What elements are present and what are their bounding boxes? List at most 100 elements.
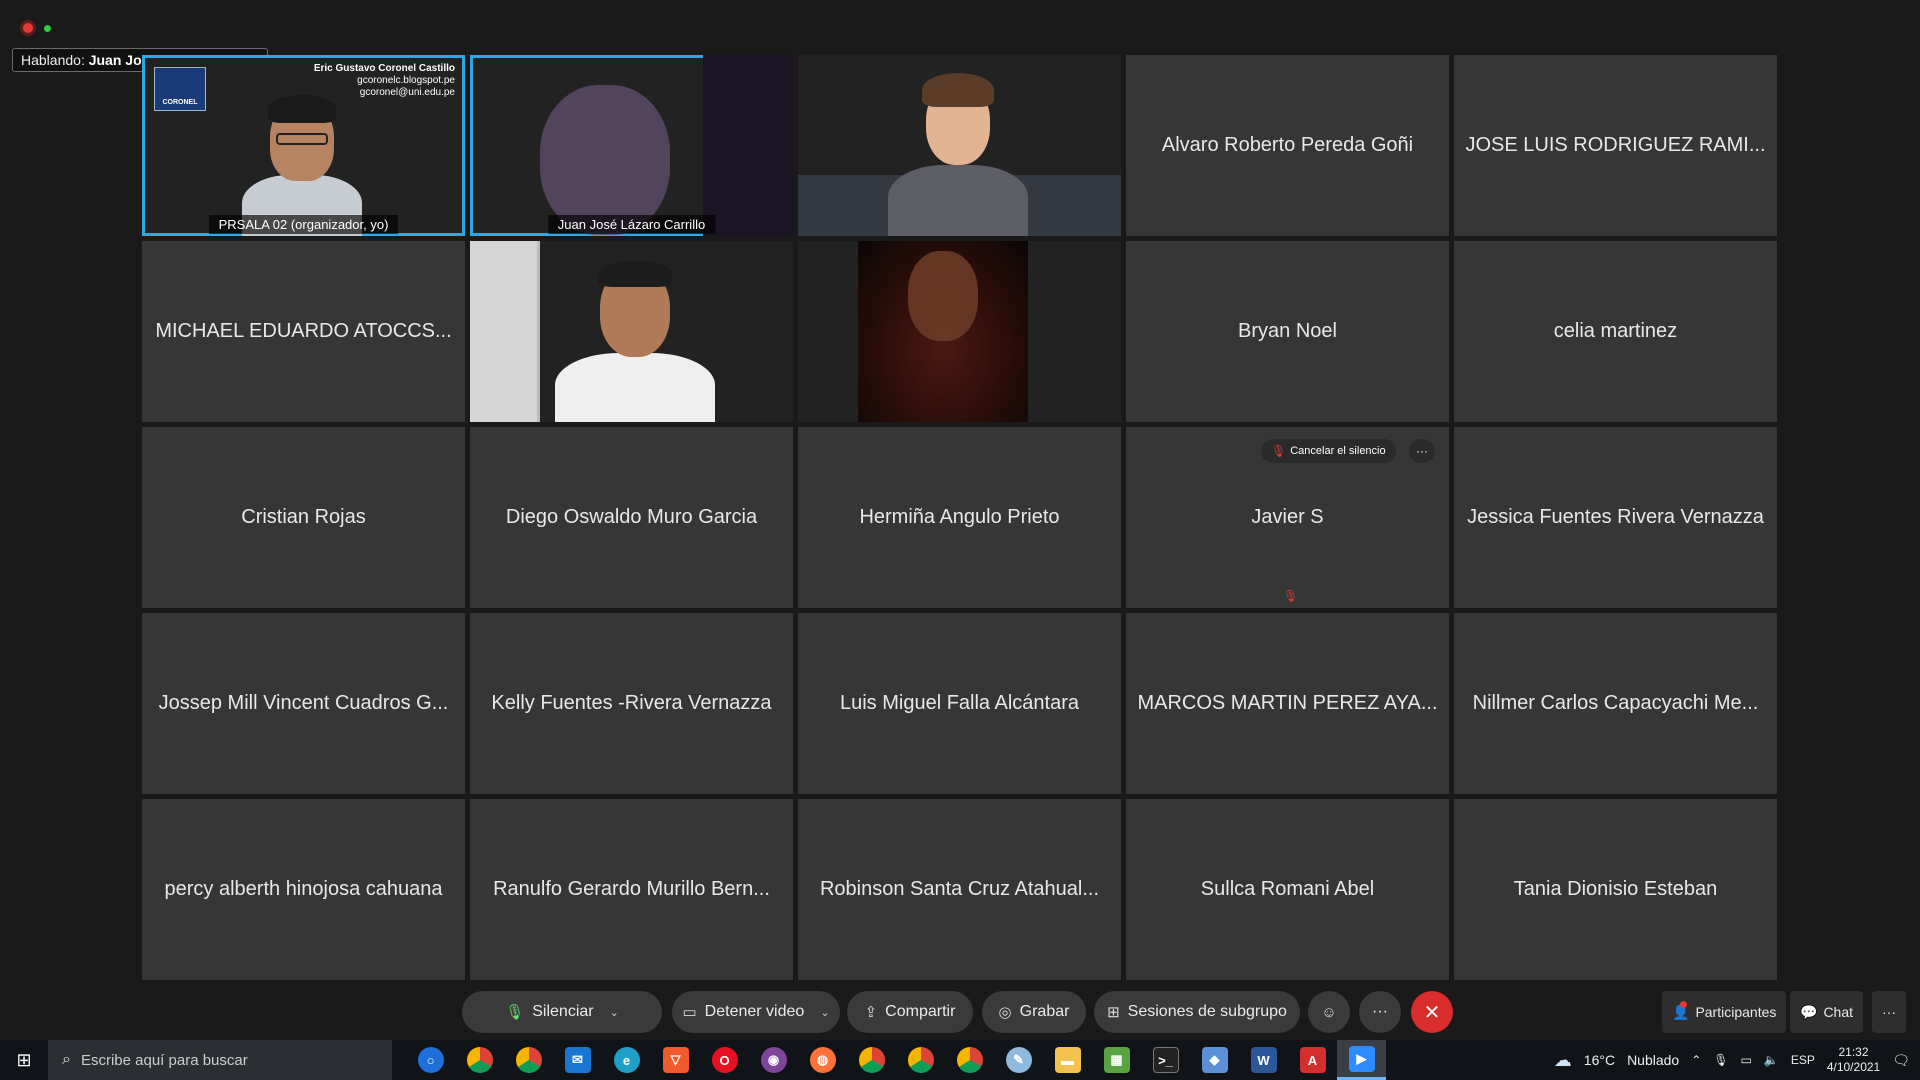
clock[interactable]: 21:32 4/10/2021 (1827, 1045, 1880, 1075)
video-person (908, 251, 978, 341)
leave-meeting-button[interactable]: ✕ (1411, 991, 1453, 1033)
chevron-up-icon[interactable]: ⌃ (1691, 1053, 1701, 1067)
participant-tile[interactable] (798, 241, 1121, 422)
chrome-icon (858, 1047, 885, 1073)
chrome-profile-icon (515, 1047, 542, 1073)
taskbar-app[interactable] (847, 1040, 896, 1080)
participant-tile[interactable]: Sullca Romani Abel (1126, 799, 1449, 980)
participant-tile[interactable]: Diego Oswaldo Muro Garcia (470, 427, 793, 608)
chat-button[interactable]: 💬 Chat (1790, 991, 1864, 1033)
participant-name: Juan José Lázaro Carrillo (547, 215, 716, 234)
record-button[interactable]: ◎ Grabar (982, 991, 1086, 1033)
participant-tile[interactable]: Robinson Santa Cruz Atahual... (798, 799, 1121, 980)
recording-indicator (20, 20, 51, 36)
more-options-button[interactable]: ··· (1359, 991, 1401, 1033)
zoom-app-icon: ▶ (1348, 1045, 1375, 1072)
taskbar-app[interactable]: e (602, 1040, 651, 1080)
temperature[interactable]: 16°C (1584, 1052, 1615, 1068)
cloud-icon[interactable]: ☁ (1554, 1050, 1572, 1071)
participant-tile[interactable]: MICHAEL EDUARDO ATOCCS... (142, 241, 465, 422)
taskbar-app[interactable] (504, 1040, 553, 1080)
participant-tile[interactable]: Tania Dionisio Esteban (1454, 799, 1777, 980)
chevron-down-icon[interactable]: ⌄ (610, 1006, 619, 1019)
taskbar-apps: ○ ✉ e ▽ O ◉ ◍ ✎ ▬ ▦ >_ ◆ W A ▶ (406, 1040, 1386, 1080)
breakout-grid-icon: ⊞ (1107, 1004, 1120, 1021)
breakout-rooms-button[interactable]: ⊞ Sesiones de subgrupo (1094, 991, 1300, 1033)
meeting-toolbar: 🎙 Silenciar ⌄ ▭ Detener video ⌄ ⇪ Compar… (0, 988, 1920, 1034)
participant-tile[interactable]: celia martinez (1454, 241, 1777, 422)
tile-more-button[interactable]: ··· (1409, 439, 1435, 463)
participant-name: JOSE LUIS RODRIGUEZ RAMI... (1465, 134, 1766, 156)
speaker-icon[interactable]: 🔈 (1764, 1053, 1779, 1067)
taskbar-app[interactable]: A (1288, 1040, 1337, 1080)
share-icon: ⇪ (864, 1004, 878, 1021)
mic-muted-icon: 🎙 (1271, 444, 1287, 458)
mute-button[interactable]: 🎙 Silenciar ⌄ (462, 991, 662, 1033)
battery-icon[interactable]: ▭ (1741, 1053, 1752, 1067)
paint-icon: ✎ (1005, 1047, 1032, 1073)
participant-name: Luis Miguel Falla Alcántara (839, 692, 1079, 714)
stop-video-button[interactable]: ▭ Detener video ⌄ (672, 991, 840, 1033)
participant-tile[interactable]: JOSE LUIS RODRIGUEZ RAMI... (1454, 55, 1777, 236)
taskbar-app[interactable]: ▽ (651, 1040, 700, 1080)
unmute-request-button[interactable]: 🎙 Cancelar el silencio (1261, 439, 1396, 463)
taskbar-app[interactable] (945, 1040, 994, 1080)
taskbar-app[interactable]: ✉ (553, 1040, 602, 1080)
participant-name: Jessica Fuentes Rivera Vernazza (1467, 506, 1764, 528)
participant-tile[interactable] (470, 241, 793, 422)
chrome-icon (956, 1047, 983, 1073)
taskbar-app[interactable]: >_ (1141, 1040, 1190, 1080)
taskbar-app[interactable]: ▦ (1092, 1040, 1141, 1080)
microphone-icon[interactable]: 🎙 (1713, 1053, 1728, 1067)
weather-condition[interactable]: Nublado (1627, 1052, 1679, 1068)
participant-tile[interactable]: Cristian Rojas (142, 427, 465, 608)
participant-tile[interactable]: Ranulfo Gerardo Murillo Bern... (470, 799, 793, 980)
taskbar-app[interactable]: ◍ (798, 1040, 847, 1080)
participant-tile[interactable]: Jossep Mill Vincent Cuadros G... (142, 613, 465, 794)
taskbar-app-zoom[interactable]: ▶ (1337, 1040, 1386, 1080)
participant-tile-hovered[interactable]: 🎙 Cancelar el silencio ··· Javier S 🎙 (1126, 427, 1449, 608)
taskbar-app[interactable]: O (700, 1040, 749, 1080)
participant-name: celia martinez (1553, 320, 1678, 342)
chevron-down-icon[interactable]: ⌄ (820, 1006, 829, 1019)
language-indicator[interactable]: ESP (1791, 1053, 1815, 1067)
participant-tile[interactable]: CORONEL Eric Gustavo Coronel Castillo gc… (142, 55, 465, 236)
tor-browser-icon: ◉ (760, 1047, 787, 1073)
video-person (540, 85, 670, 235)
search-icon: ⌕ (62, 1051, 71, 1068)
taskbar-app[interactable]: ◉ (749, 1040, 798, 1080)
participant-tile[interactable]: Bryan Noel (1126, 241, 1449, 422)
search-placeholder: Escribe aquí para buscar (80, 1051, 248, 1069)
participant-tile[interactable]: MARCOS MARTIN PEREZ AYA... (1126, 613, 1449, 794)
taskbar-search-box[interactable]: ⌕ Escribe aquí para buscar (48, 1040, 392, 1080)
share-button[interactable]: ⇪ Compartir (847, 991, 973, 1033)
taskbar-app[interactable]: W (1239, 1040, 1288, 1080)
mail-icon: ✉ (564, 1047, 591, 1073)
participant-tile[interactable]: percy alberth hinojosa cahuana (142, 799, 465, 980)
time: 21:32 (1838, 1045, 1869, 1059)
right-more-button[interactable]: ··· (1872, 991, 1906, 1033)
participant-tile[interactable]: Kelly Fuentes -Rivera Vernazza (470, 613, 793, 794)
participants-button[interactable]: 👤 Participantes (1662, 991, 1787, 1033)
notification-center-icon[interactable]: 🗨 (1892, 1052, 1910, 1069)
participant-name: MICHAEL EDUARDO ATOCCS... (155, 320, 452, 342)
taskbar-app[interactable]: ▬ (1043, 1040, 1092, 1080)
cortana-icon: ○ (417, 1047, 444, 1073)
participant-tile[interactable] (798, 55, 1121, 236)
participant-tile[interactable]: Juan José Lázaro Carrillo (470, 55, 793, 236)
taskbar-app[interactable]: ○ (406, 1040, 455, 1080)
record-icon (20, 20, 36, 36)
participant-tile[interactable]: Alvaro Roberto Pereda Goñi (1126, 55, 1449, 236)
participant-tile[interactable]: Luis Miguel Falla Alcántara (798, 613, 1121, 794)
participant-tile[interactable]: Jessica Fuentes Rivera Vernazza (1454, 427, 1777, 608)
taskbar-app[interactable]: ◆ (1190, 1040, 1239, 1080)
participant-name: Tania Dionisio Esteban (1513, 878, 1718, 900)
windows-start-button[interactable]: ⊞ (0, 1040, 48, 1080)
taskbar-app[interactable] (896, 1040, 945, 1080)
taskbar-app[interactable] (455, 1040, 504, 1080)
participant-tile[interactable]: Hermiña Angulo Prieto (798, 427, 1121, 608)
reactions-button[interactable]: ☺ (1308, 991, 1350, 1033)
taskbar-app[interactable]: ✎ (994, 1040, 1043, 1080)
participant-name: Robinson Santa Cruz Atahual... (819, 878, 1100, 900)
participant-tile[interactable]: Nillmer Carlos Capacyachi Me... (1454, 613, 1777, 794)
